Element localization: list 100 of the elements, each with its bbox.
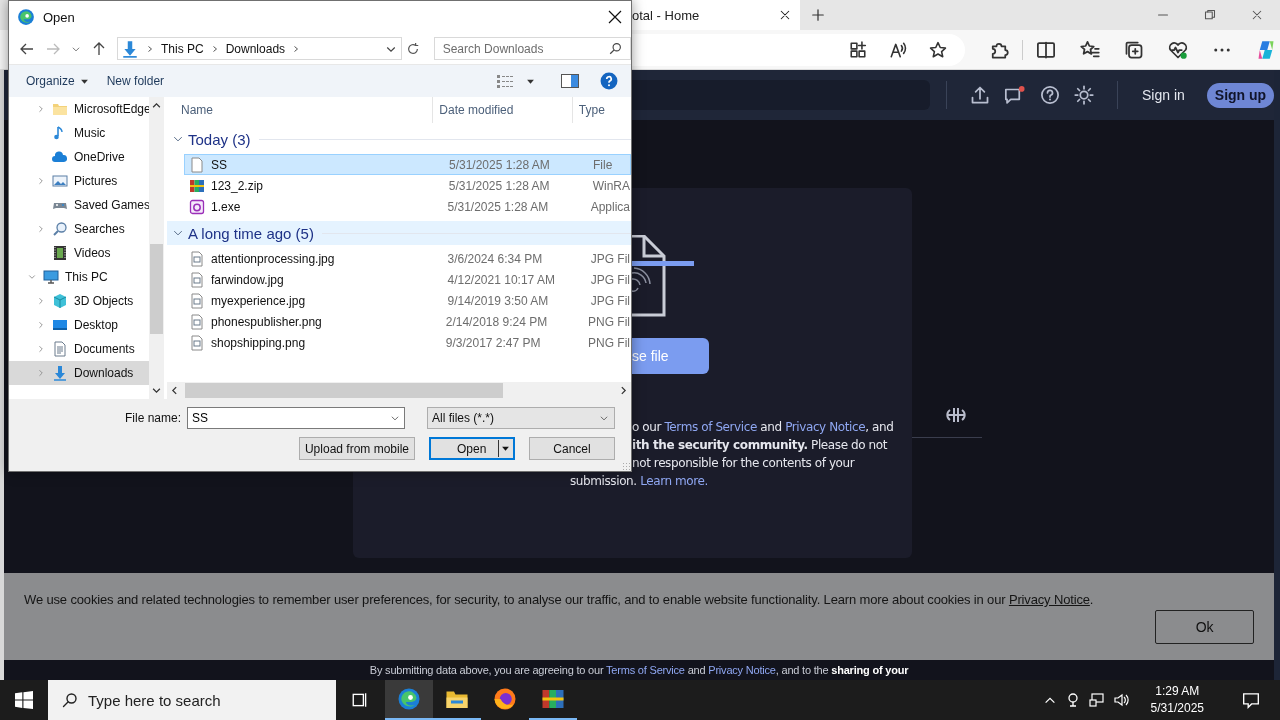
toolbar-button[interactable]: New folder [97, 74, 174, 88]
preview-pane-icon[interactable] [561, 74, 579, 88]
sign-up-button[interactable]: Sign up [1206, 82, 1275, 108]
heart-pulse-icon[interactable] [1168, 39, 1188, 60]
dialog-button[interactable]: Open [429, 437, 515, 460]
search-field[interactable]: Search Downloads [442, 38, 609, 59]
tree-item[interactable]: This PC [9, 265, 149, 289]
tree-item[interactable]: 3D Objects [9, 289, 149, 313]
file-row[interactable]: attentionprocessing.jpg 3/6/2024 6:34 PM JPG Fil [184, 248, 631, 269]
scrollbar-thumb[interactable] [185, 383, 503, 398]
search-box[interactable]: Search Downloads [433, 37, 631, 60]
file-row[interactable]: myexperience.jpg 9/14/2019 3:50 AM JPG Fil [184, 290, 631, 311]
chevron-left-icon[interactable] [170, 386, 179, 395]
column-header[interactable]: Name [167, 97, 434, 123]
speaker-icon[interactable] [1112, 692, 1129, 708]
chevron-down-icon [599, 413, 609, 423]
taskbar-search-field[interactable]: Type here to search [88, 680, 328, 720]
file-date: 3/6/2024 6:34 PM [446, 251, 544, 266]
file-row[interactable]: farwindow.jpg 4/12/2021 10:17 AM JPG Fil [184, 269, 631, 290]
text-link[interactable]: Terms of Service [664, 420, 757, 434]
network-icon[interactable] [1088, 692, 1105, 708]
file-type: File [592, 157, 613, 172]
taskbar-app[interactable] [385, 680, 433, 720]
tree-item[interactable]: Searches [9, 217, 149, 241]
collections-icon[interactable] [1124, 39, 1144, 60]
scrollbar[interactable] [149, 97, 164, 399]
plus-icon[interactable] [811, 8, 825, 22]
tree-item[interactable]: OneDrive [9, 145, 149, 169]
blank-file-icon [189, 156, 205, 173]
tree-item[interactable]: Music [9, 121, 149, 145]
organize-menu-button[interactable]: Organize [17, 74, 98, 88]
text-link[interactable]: Learn more. [640, 474, 708, 488]
fox-logo-icon [493, 687, 517, 711]
close-icon[interactable] [607, 9, 623, 25]
scrollbar[interactable] [167, 382, 631, 399]
image-file-icon [189, 313, 205, 330]
tree-item[interactable]: Videos [9, 241, 149, 265]
refresh-icon[interactable] [405, 41, 420, 56]
notification-icon[interactable] [1242, 691, 1260, 709]
tree-item[interactable]: Documents [9, 337, 149, 361]
address-bar[interactable] [632, 33, 965, 66]
browser-tab[interactable]: otal - Home [632, 0, 800, 30]
chevron-right-icon[interactable] [146, 44, 154, 53]
scrollbar-thumb[interactable] [150, 244, 163, 334]
tree-item[interactable]: Downloads [9, 361, 149, 385]
column-header[interactable]: Date modified [433, 97, 573, 123]
close-icon[interactable] [779, 9, 791, 21]
dialog-button[interactable]: Cancel [529, 437, 615, 460]
clock[interactable]: 1:29 AM 5/31/2025 [1150, 683, 1204, 717]
text-link[interactable]: Privacy Notice [708, 664, 776, 676]
edge-logo-icon [17, 8, 35, 26]
file-type-dropdown[interactable]: All files (*.*) [427, 407, 615, 429]
breadcrumb-item[interactable]: Downloads [225, 41, 286, 56]
task-view-icon[interactable] [351, 691, 369, 709]
file-row[interactable]: 123_2.zip 5/31/2025 1:28 AM WinRA [184, 175, 631, 196]
tree-item[interactable]: Saved Games [9, 193, 149, 217]
scrollbar[interactable] [1274, 70, 1280, 680]
upload-icon[interactable] [970, 85, 990, 105]
file-row[interactable]: 1.exe 5/31/2025 1:28 AM Applica [184, 196, 631, 217]
chevron-right-icon[interactable] [619, 386, 628, 395]
restore-icon[interactable] [1204, 9, 1216, 21]
text-link[interactable]: Terms of Service [606, 664, 685, 676]
chat-bubble-icon[interactable] [1004, 85, 1026, 105]
chevron-down-icon[interactable] [152, 386, 161, 395]
chevron-up-icon[interactable] [152, 101, 161, 110]
sun-icon[interactable] [1074, 85, 1094, 105]
file-row[interactable]: phonespublisher.png 2/14/2018 9:24 PM PNG Fil [184, 311, 631, 332]
file-row[interactable]: shopshipping.png 9/3/2017 2:47 PM PNG Fil [184, 332, 631, 353]
ok-button[interactable]: Ok [1155, 610, 1255, 644]
up-arrow-icon[interactable] [91, 40, 107, 57]
favorites-icon[interactable] [1080, 39, 1100, 60]
split-screen-icon[interactable] [1036, 39, 1056, 60]
address-bar[interactable]: This PC Downloads [117, 37, 402, 60]
file-name-field[interactable]: SS [192, 408, 390, 428]
search-field[interactable] [632, 80, 930, 110]
add-app-icon[interactable] [849, 40, 867, 59]
computer-icon [43, 269, 59, 285]
chevron-right-icon[interactable] [292, 44, 301, 53]
file-date: 2/14/2018 9:24 PM [444, 314, 549, 329]
tree-item[interactable]: Pictures [9, 169, 149, 193]
image-file-icon [189, 292, 205, 309]
file-row[interactable]: SS 5/31/2025 1:28 AM File [184, 154, 631, 175]
dialog-button[interactable]: Upload from mobile [298, 437, 415, 460]
file-name-combobox[interactable]: SS [187, 407, 405, 429]
sign-in-link[interactable]: Sign in [1142, 87, 1185, 103]
chevron-right-icon[interactable] [210, 44, 219, 53]
taskbar-search-box[interactable]: Type here to search [48, 680, 336, 720]
cloud-icon [52, 149, 68, 165]
group-header[interactable]: Today (3) [173, 130, 251, 148]
privacy-link[interactable]: Privacy Notice [1008, 592, 1090, 607]
breadcrumb-item[interactable]: This PC [161, 41, 204, 56]
star-icon[interactable] [929, 40, 947, 59]
column-header[interactable]: Type [572, 97, 631, 123]
details-view-icon[interactable] [496, 73, 514, 89]
copilot-logo-icon[interactable] [1256, 39, 1276, 60]
read-aloud-icon[interactable] [889, 40, 907, 59]
help-icon[interactable] [1040, 85, 1060, 105]
tree-item[interactable]: Desktop [9, 313, 149, 337]
windows-logo-icon[interactable] [15, 691, 33, 709]
help-icon[interactable] [600, 72, 618, 90]
